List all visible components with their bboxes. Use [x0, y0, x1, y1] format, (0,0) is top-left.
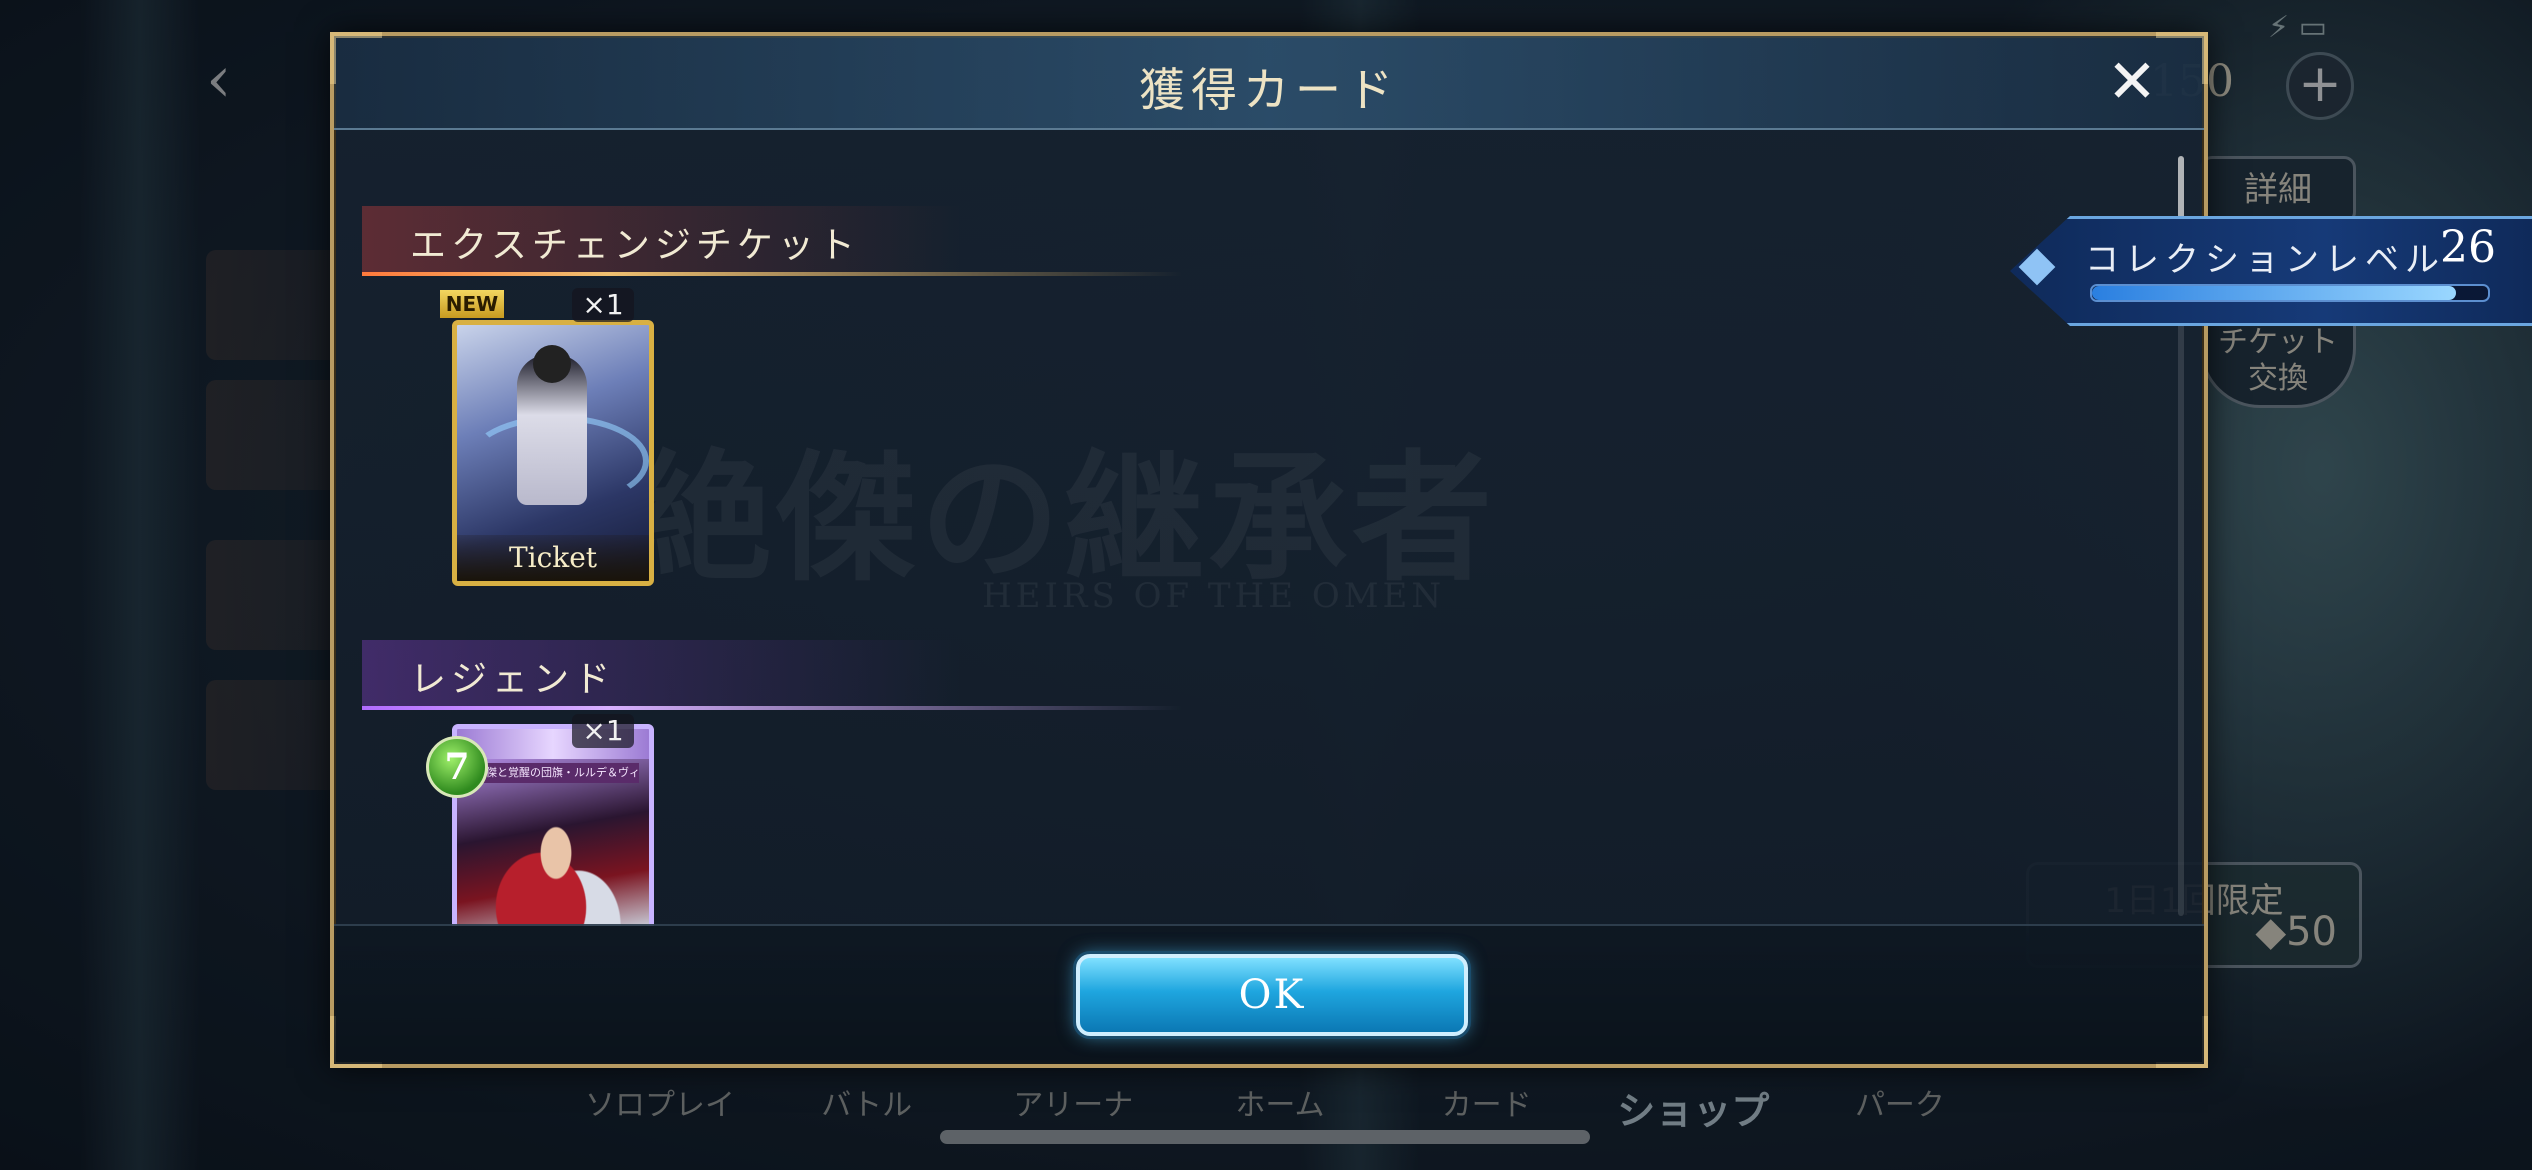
new-badge: NEW: [440, 290, 504, 318]
section-header-legend: レジェンド: [362, 640, 1182, 710]
card-quantity: ×1: [572, 288, 634, 322]
exchange-ticket-card[interactable]: Ticket: [452, 320, 654, 586]
ticket-label: Ticket: [457, 535, 649, 581]
close-icon[interactable]: ✕: [2100, 50, 2164, 114]
section-rule: [362, 706, 1182, 710]
collection-progress-fill: [2092, 286, 2457, 300]
section-title: レジェンド: [410, 659, 616, 700]
card-art: [533, 345, 571, 383]
modal-footer: OK: [334, 924, 2204, 1064]
modal-title: 獲得カード: [1139, 63, 1399, 117]
collection-progress-bar: [2090, 284, 2490, 302]
obtained-cards-modal: 獲得カード ✕ 絶傑の継承者 HEIRS OF THE OMEN エクスチェンジ…: [330, 32, 2208, 1068]
card-quantity: ×1: [572, 714, 634, 748]
section-title: エクスチェンジチケット: [410, 225, 860, 266]
card-cost-gem: 7: [426, 736, 488, 798]
ok-button[interactable]: OK: [1076, 954, 1468, 1036]
section-header-exchange-ticket: エクスチェンジチケット: [362, 206, 1182, 276]
collection-level-value: 26: [2440, 222, 2496, 273]
card-art: [481, 799, 631, 926]
modal-header: 獲得カード ✕: [334, 36, 2204, 130]
card-list-scroll-area[interactable]: 絶傑の継承者 HEIRS OF THE OMEN エクスチェンジチケット Tic…: [362, 146, 2152, 926]
card-name-plate: 絶傑と覚醒の団旗・ルルデ＆ヴィーナッシ: [475, 763, 639, 783]
set-logo-subtitle: HEIRS OF THE OMEN: [982, 576, 1446, 616]
collection-level-label: コレクションレベル: [2085, 240, 2445, 280]
section-rule: [362, 272, 1182, 276]
